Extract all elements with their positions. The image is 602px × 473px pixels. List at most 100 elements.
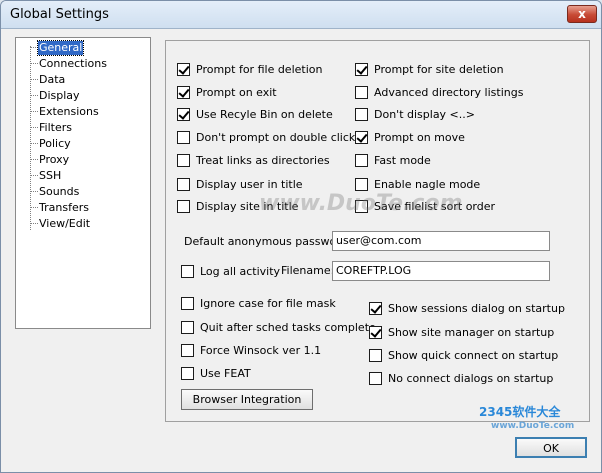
watermark-brand-url: www.DuoTe.com (491, 421, 575, 431)
tree-item-view-edit[interactable]: View/Edit (38, 217, 91, 231)
anon-password-label: Default anonymous password: (184, 235, 352, 248)
anon-password-input[interactable]: user@com.com (332, 231, 550, 251)
option-log-all-activity[interactable]: Log all activity (181, 263, 280, 279)
checkbox[interactable] (355, 85, 368, 99)
option-use-recycle-bin[interactable]: Use Recyle Bin on delete (177, 106, 333, 122)
option-label: Save filelist sort order (374, 199, 496, 213)
checkbox[interactable] (177, 153, 190, 167)
option-show-sessions-dialog[interactable]: Show sessions dialog on startup (369, 300, 565, 316)
tree-connector (31, 63, 38, 64)
tree-item-connections[interactable]: Connections (38, 57, 108, 71)
checkbox[interactable] (177, 130, 190, 144)
option-show-site-manager[interactable]: Show site manager on startup (369, 324, 554, 340)
filename-input[interactable]: COREFTP.LOG (332, 261, 550, 281)
checkbox[interactable] (369, 348, 382, 362)
checkbox[interactable] (177, 62, 190, 76)
tree-item-data[interactable]: Data (38, 73, 66, 87)
checkbox[interactable] (369, 325, 382, 339)
tree-item-policy[interactable]: Policy (38, 137, 72, 151)
tree-connector (31, 143, 38, 144)
option-fast-mode[interactable]: Fast mode (355, 152, 431, 168)
checkbox[interactable] (355, 130, 368, 144)
option-save-filelist-sort-order[interactable]: Save filelist sort order (355, 198, 495, 214)
option-prompt-on-exit[interactable]: Prompt on exit (177, 84, 277, 100)
checkbox[interactable] (369, 301, 382, 315)
tree-connector (31, 95, 38, 96)
tree-connector (31, 175, 38, 176)
option-display-user-in-title[interactable]: Display user in title (177, 176, 303, 192)
option-label: Enable nagle mode (374, 177, 481, 191)
tree-item-filters[interactable]: Filters (38, 121, 73, 135)
option-label: Use Recyle Bin on delete (196, 107, 333, 121)
browser-integration-button[interactable]: Browser Integration (181, 389, 313, 410)
tree-item-transfers[interactable]: Transfers (38, 201, 90, 215)
checkbox[interactable] (355, 107, 368, 121)
option-dont-display-parent[interactable]: Don't display <..> (355, 106, 475, 122)
checkbox[interactable] (181, 264, 194, 278)
option-label: Prompt on exit (196, 85, 277, 99)
tree-item-sounds[interactable]: Sounds (38, 185, 80, 199)
settings-category-tree: General Connections Data Display Extensi… (15, 37, 151, 329)
option-show-quick-connect[interactable]: Show quick connect on startup (369, 347, 558, 363)
option-prompt-site-deletion[interactable]: Prompt for site deletion (355, 61, 504, 77)
checkbox[interactable] (181, 320, 194, 334)
option-label: Treat links as directories (196, 153, 330, 167)
option-label: Force Winsock ver 1.1 (200, 343, 322, 357)
option-label: Prompt on move (374, 130, 465, 144)
tree-item-general[interactable]: General (36, 40, 85, 56)
option-enable-nagle-mode[interactable]: Enable nagle mode (355, 176, 480, 192)
tree-item-proxy[interactable]: Proxy (38, 153, 70, 167)
global-settings-dialog: Global Settings x General Connections Da… (0, 0, 602, 473)
checkbox[interactable] (369, 371, 382, 385)
option-prompt-file-deletion[interactable]: Prompt for file deletion (177, 61, 322, 77)
option-no-prompt-double-click[interactable]: Don't prompt on double click (177, 129, 355, 145)
option-label: Don't prompt on double click (196, 130, 356, 144)
checkbox[interactable] (355, 153, 368, 167)
option-use-feat[interactable]: Use FEAT (181, 365, 251, 381)
tree-connector (31, 79, 38, 80)
close-icon: x (578, 7, 586, 21)
option-label: Display user in title (196, 177, 303, 191)
option-label: Advanced directory listings (374, 85, 524, 99)
filename-label: Filename: (281, 264, 335, 277)
option-label: Use FEAT (200, 366, 251, 380)
checkbox[interactable] (181, 343, 194, 357)
option-display-site-in-title[interactable]: Display site in title (177, 198, 298, 214)
checkbox[interactable] (181, 296, 194, 310)
close-button[interactable]: x (567, 5, 597, 23)
checkbox[interactable] (177, 107, 190, 121)
title-bar: Global Settings x (1, 1, 601, 29)
option-label: Show site manager on startup (388, 325, 555, 339)
option-label: Display site in title (196, 199, 299, 213)
tree-connector (31, 159, 38, 160)
option-advanced-directory-listings[interactable]: Advanced directory listings (355, 84, 523, 100)
option-treat-links-as-directories[interactable]: Treat links as directories (177, 152, 330, 168)
option-no-connect-dialogs[interactable]: No connect dialogs on startup (369, 370, 553, 386)
option-label: Prompt for file deletion (196, 62, 323, 76)
option-ignore-case-file-mask[interactable]: Ignore case for file mask (181, 295, 336, 311)
checkbox[interactable] (355, 199, 368, 213)
tree-item-display[interactable]: Display (38, 89, 81, 103)
option-label: No connect dialogs on startup (388, 371, 554, 385)
checkbox[interactable] (355, 177, 368, 191)
option-label: Fast mode (374, 153, 431, 167)
checkbox[interactable] (177, 177, 190, 191)
option-label: Show quick connect on startup (388, 348, 559, 362)
tree-item-extensions[interactable]: Extensions (38, 105, 100, 119)
checkbox[interactable] (181, 366, 194, 380)
tree-connector (31, 111, 38, 112)
option-force-winsock[interactable]: Force Winsock ver 1.1 (181, 342, 321, 358)
option-quit-after-sched-tasks[interactable]: Quit after sched tasks complete (181, 319, 376, 335)
tree-item-ssh[interactable]: SSH (38, 169, 62, 183)
checkbox[interactable] (177, 85, 190, 99)
option-label: Prompt for site deletion (374, 62, 504, 76)
window-title: Global Settings (10, 7, 109, 22)
tree-connector-line (30, 46, 31, 230)
option-label: Quit after sched tasks complete (200, 320, 376, 334)
tree-connector (31, 127, 38, 128)
ok-button[interactable]: OK (515, 437, 587, 458)
option-label: Ignore case for file mask (200, 296, 336, 310)
option-prompt-on-move[interactable]: Prompt on move (355, 129, 465, 145)
checkbox[interactable] (177, 199, 190, 213)
checkbox[interactable] (355, 62, 368, 76)
